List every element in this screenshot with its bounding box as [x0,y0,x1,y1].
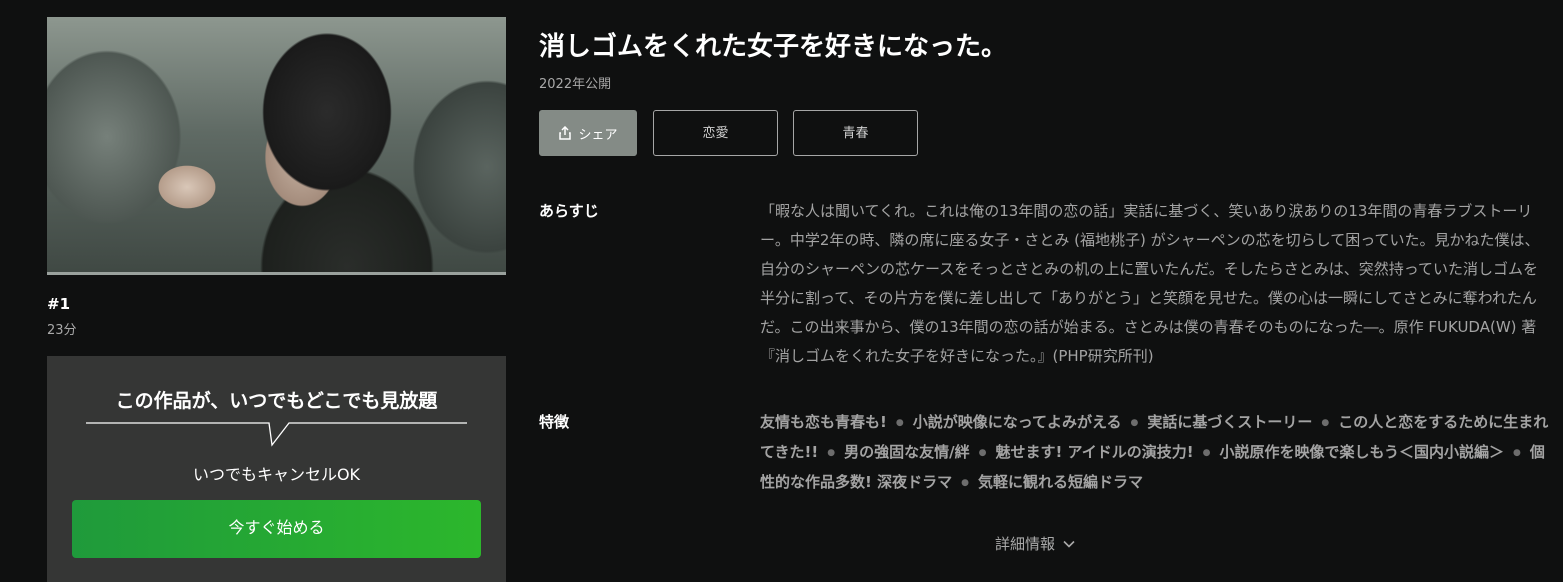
page: #1 23分 この作品が、いつでもどこでも見放題 いつでもキャンセルOK 今すぐ… [0,0,1563,582]
episode-number: #1 [47,295,71,313]
start-now-button[interactable]: 今すぐ始める [72,500,481,558]
promo-subtext: いつでもキャンセルOK [192,465,361,484]
feature-item[interactable]: 男の強固な友情/絆 [844,443,995,461]
details-toggle[interactable]: 詳細情報 [995,533,1075,554]
chevron-down-icon [1063,540,1075,548]
feature-item[interactable]: 気軽に観れる短編ドラマ [978,473,1143,491]
feature-item[interactable]: 実話に基づくストーリー [1147,413,1338,431]
share-label: シェア [578,126,618,142]
feature-item[interactable]: 友情も恋も青春も! [760,413,913,431]
tag-romance[interactable]: 恋愛 [653,110,778,156]
release-year: 2022年公開 [539,77,612,92]
speech-pointer-line [86,422,467,447]
thumbnail-bottom-bar [47,272,506,275]
episode-duration: 23分 [47,323,77,338]
details-label: 詳細情報 [995,535,1056,553]
work-title: 消しゴムをくれた女子を好きになった。 [539,32,1008,62]
synopsis-label: あらすじ [539,202,599,220]
promo-headline: この作品が、いつでもどこでも見放題 [115,390,438,412]
episode-card[interactable]: #1 23分 [47,17,506,338]
subscription-promo: この作品が、いつでもどこでも見放題 いつでもキャンセルOK 今すぐ始める [47,356,506,582]
feature-item[interactable]: 小説原作を映像で楽しもう＜国内小説編＞ [1219,443,1529,461]
synopsis-text: 「暇な人は聞いてくれ。これは俺の13年間の恋の話」実話に基づく、笑いあり涙ありの… [760,202,1540,365]
feature-item[interactable]: 魅せます! アイドルの演技力! [995,443,1219,461]
share-button[interactable]: シェア [539,110,637,156]
share-icon [559,126,572,140]
feature-item[interactable]: 小説が映像になってよみがえる [913,413,1148,431]
features-list: 友情も恋も青春も!小説が映像になってよみがえる実話に基づくストーリーこの人と恋を… [760,408,1550,498]
episode-thumbnail[interactable] [47,17,506,275]
features-label: 特徴 [539,413,570,431]
tag-youth[interactable]: 青春 [793,110,918,156]
